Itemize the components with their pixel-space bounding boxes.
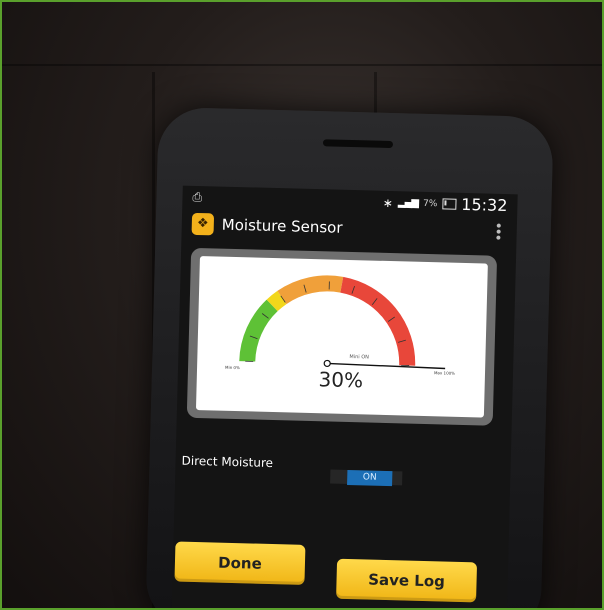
gauge-card: Min 0% Max 100% Mini ON 30% [186,247,498,426]
battery-icon [442,198,457,210]
app-title: Moisture Sensor [221,215,343,237]
clock: 15:32 [461,194,508,216]
gauge-zone-arc [266,290,287,312]
direct-moisture-toggle[interactable]: ON [347,469,393,487]
gauge-needle-hub [323,359,331,368]
sensor-app-icon[interactable]: ❖ [191,212,215,236]
gauge-zone-arc [277,275,344,305]
direct-moisture-label: Direct Moisture [181,453,274,471]
save-log-button[interactable]: Save Log [336,558,478,603]
gauge-zone-arc [239,299,278,362]
bluetooth-icon: ∗ [382,195,394,210]
phone-screen: ⎙ ∗ ▂▄▆ 7% 15:32 ❖ Moisture Sensor • • • M… [171,185,518,608]
wall-edge [2,64,602,66]
file-icon: ⎙ [192,189,203,205]
overflow-menu-icon[interactable]: • • • [494,219,503,247]
photo-frame: ⎙ ∗ ▂▄▆ 7% 15:32 ❖ Moisture Sensor • • • M… [0,0,604,610]
needle-label: Mini ON [349,353,369,361]
signal-icon: ▂▄▆ [397,197,419,209]
speaker-grille [322,139,394,149]
done-button[interactable]: Done [174,541,306,585]
gauge-panel: Min 0% Max 100% Mini ON 30% [195,256,488,418]
smartphone: ⎙ ∗ ▂▄▆ 7% 15:32 ❖ Moisture Sensor • • • M… [145,106,554,608]
direct-moisture-row: Direct Moisture ON [175,453,511,490]
battery-percent: 7% [422,198,438,209]
